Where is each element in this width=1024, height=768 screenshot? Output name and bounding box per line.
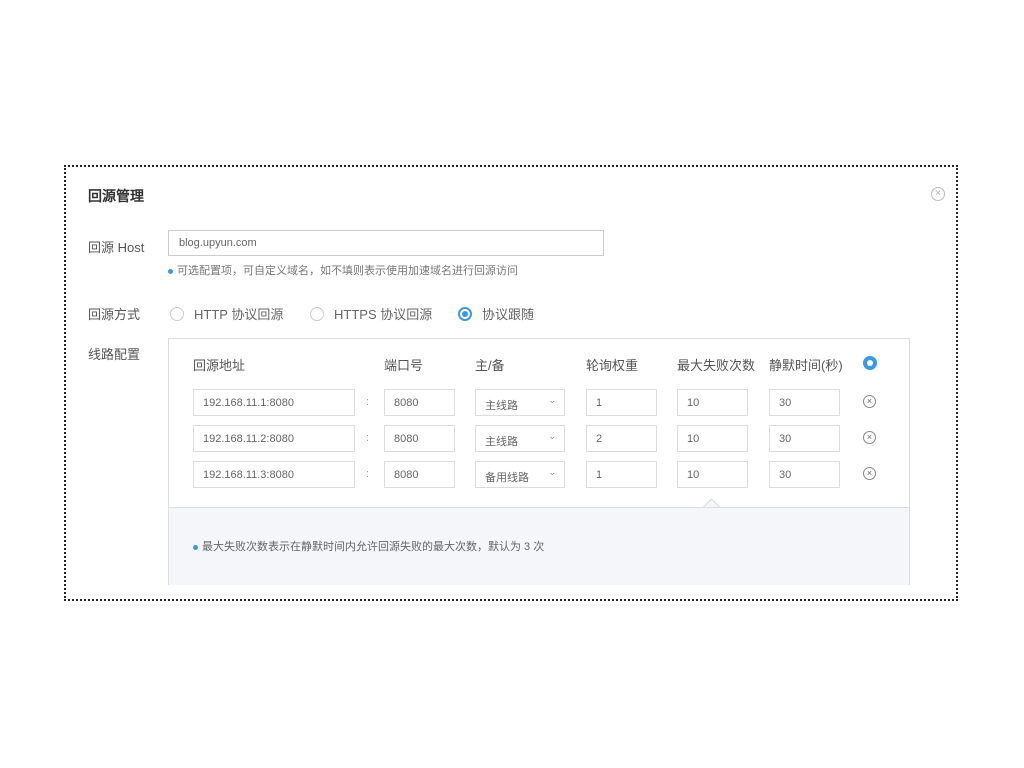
radio-follow[interactable]: 协议跟随 — [458, 304, 534, 323]
host-label: 回源 Host — [88, 240, 145, 255]
max-fail-info: 最大失败次数表示在静默时间内允许回源失败的最大次数，默认为 3 次 — [202, 541, 545, 553]
max-fail-input[interactable]: 10 — [677, 461, 748, 488]
address-input[interactable]: 192.168.11.3:8080 — [193, 461, 355, 488]
remove-circle-icon[interactable]: × — [863, 467, 876, 480]
line-config-box: 回源地址 端口号 主/备 轮询权重 最大失败次数 静默时间(秒) 192.168… — [168, 338, 910, 585]
radio-http[interactable]: HTTP 协议回源 — [170, 304, 283, 323]
close-circle-icon[interactable]: × — [931, 187, 945, 201]
host-input[interactable]: blog.upyun.com — [168, 230, 604, 256]
role-select[interactable]: 备用线路 ⌄ — [475, 461, 565, 488]
add-circle-icon[interactable] — [863, 356, 877, 370]
hint-dot-icon — [168, 268, 173, 274]
remove-circle-icon[interactable]: × — [863, 395, 876, 408]
weight-input[interactable]: 1 — [586, 389, 657, 416]
radio-follow-label: 协议跟随 — [482, 307, 535, 322]
colon-separator: : — [366, 396, 370, 408]
radio-https[interactable]: HTTPS 协议回源 — [310, 304, 432, 323]
header-silence: 静默时间(秒) — [769, 358, 843, 373]
header-role: 主/备 — [475, 358, 505, 373]
role-select[interactable]: 主线路 ⌄ — [475, 389, 565, 416]
silence-input[interactable]: 30 — [769, 425, 840, 452]
port-input[interactable]: 8080 — [384, 425, 455, 452]
lines-label: 线路配置 — [88, 347, 141, 362]
role-select-value: 主线路 — [485, 400, 518, 412]
chevron-down-icon: ⌄ — [548, 467, 556, 477]
weight-input[interactable]: 2 — [586, 425, 657, 452]
max-fail-input[interactable]: 10 — [677, 425, 748, 452]
address-input[interactable]: 192.168.11.2:8080 — [193, 425, 355, 452]
header-max-fail: 最大失败次数 — [677, 358, 756, 373]
role-select-value: 备用线路 — [485, 472, 529, 484]
colon-separator: : — [366, 468, 370, 480]
radio-circle-icon — [170, 306, 184, 321]
silence-input[interactable]: 30 — [769, 389, 840, 416]
panel-title: 回源管理 — [88, 188, 144, 204]
remove-circle-icon[interactable]: × — [863, 431, 876, 444]
radio-https-label: HTTPS 协议回源 — [334, 307, 433, 322]
chevron-down-icon: ⌄ — [548, 395, 556, 405]
header-port: 端口号 — [384, 358, 424, 373]
header-address: 回源地址 — [193, 358, 246, 373]
port-input[interactable]: 8080 — [384, 389, 455, 416]
host-hint: 可选配置项，可自定义域名，如不填则表示使用加速域名进行回源访问 — [168, 262, 518, 278]
address-input[interactable]: 192.168.11.1:8080 — [193, 389, 355, 416]
origin-management-panel: 回源管理 × 回源 Host blog.upyun.com 可选配置项，可自定义… — [64, 165, 958, 601]
radio-circle-icon — [310, 306, 324, 321]
info-text: 最大失败次数表示在静默时间内允许回源失败的最大次数，默认为 3 次 — [193, 538, 544, 554]
mode-label: 回源方式 — [88, 307, 141, 322]
max-fail-input[interactable]: 10 — [677, 389, 748, 416]
silence-input[interactable]: 30 — [769, 461, 840, 488]
role-select[interactable]: 主线路 ⌄ — [475, 425, 565, 452]
radio-checked-icon — [458, 306, 472, 321]
info-area: 最大失败次数表示在静默时间内允许回源失败的最大次数，默认为 3 次 — [169, 507, 909, 585]
header-weight: 轮询权重 — [586, 358, 639, 373]
colon-separator: : — [366, 432, 370, 444]
hint-dot-icon — [193, 544, 198, 550]
role-select-value: 主线路 — [485, 436, 518, 448]
host-hint-text: 可选配置项，可自定义域名，如不填则表示使用加速域名进行回源访问 — [177, 265, 518, 277]
radio-http-label: HTTP 协议回源 — [194, 307, 284, 322]
weight-input[interactable]: 1 — [586, 461, 657, 488]
port-input[interactable]: 8080 — [384, 461, 455, 488]
chevron-down-icon: ⌄ — [548, 431, 556, 441]
